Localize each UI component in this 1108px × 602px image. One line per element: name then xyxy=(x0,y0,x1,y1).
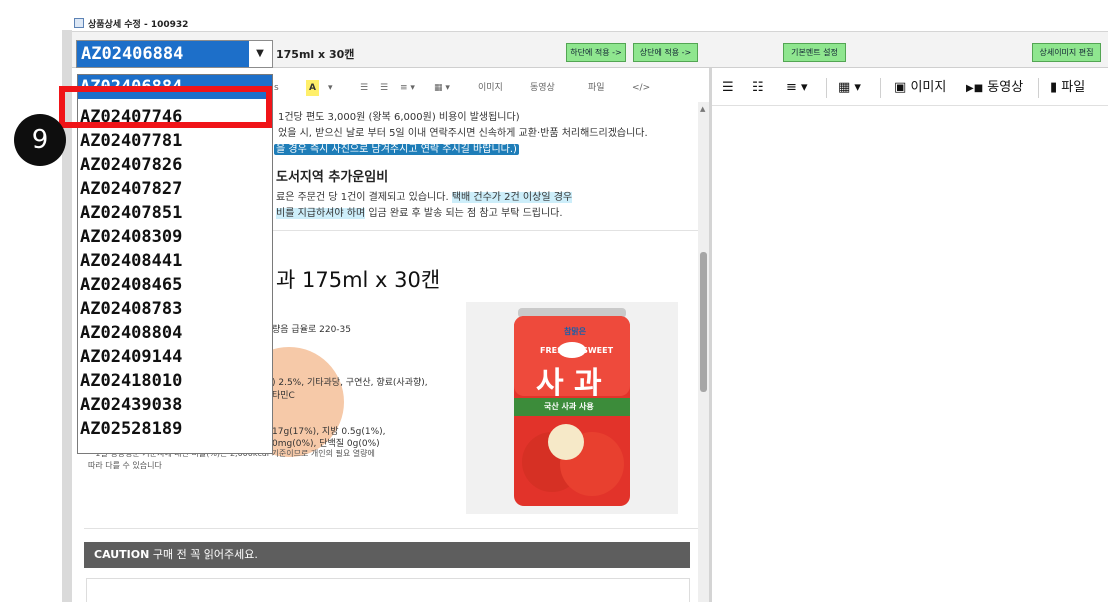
dropdown-option[interactable]: AZ02407851 xyxy=(78,201,272,225)
dropdown-option[interactable]: AZ02418010 xyxy=(78,369,272,393)
insert-file-label: 파일 xyxy=(1061,80,1086,95)
insert-image-label: 이미지 xyxy=(910,80,947,95)
right-editor-toolbar: ☰ ☷ ≡ ▾ ▦ ▾ ▣ 이미지 ▶■ 동영상 ▮ 파일 xyxy=(712,68,1108,106)
can-sub-label: 국산 사과 사용 xyxy=(544,402,594,411)
numbered-list-icon[interactable]: ☰ xyxy=(380,80,388,96)
dropdown-option[interactable]: AZ02407826 xyxy=(78,153,272,177)
island-shipping-text-1: 료은 주문건 당 1건이 결제되고 있습니다. 택배 건수가 2건 이상일 경우 xyxy=(276,188,573,203)
dropdown-option[interactable]: AZ02408783 xyxy=(78,297,272,321)
bullet-list-icon[interactable]: ☰ xyxy=(360,80,368,96)
damage-notice-highlight: 을 경우 즉시 사진으로 남겨주시고 연락 주시길 바랍니다.) xyxy=(274,144,519,155)
product-image: 참맑은 FRESH & SWEET 사 과 국산 사과 사용 xyxy=(466,302,678,514)
island-shipping-text-2: 비를 지급하셔야 하며 입금 완료 후 발송 되는 점 참고 부탁 드립니다. xyxy=(276,204,563,219)
can-brand: 참맑은 xyxy=(564,327,587,336)
table-dropdown[interactable]: ▦ ▾ xyxy=(434,80,450,96)
dropdown-option[interactable]: AZ02528189 xyxy=(78,417,272,441)
insert-image-button[interactable]: 이미지 xyxy=(478,80,503,96)
product-code-dropdown-list: AZ02406884 AZ02407746 AZ02407781 AZ02407… xyxy=(77,74,273,454)
highlight-annotation-box xyxy=(59,86,272,128)
editor-toolbar: s A ▾ ☰ ☰ ≡ ▾ ▦ ▾ 이미지 동영상 파일 </> xyxy=(272,76,702,100)
damage-notice-text: 을 경우 즉시 사진으로 남겨주시고 연락 주시길 바랍니다.) xyxy=(274,140,519,155)
island-shipping-heading: 도서지역 추가운임비 xyxy=(276,170,389,185)
video-icon: ▶■ xyxy=(966,83,984,94)
file-icon: ▮ xyxy=(1050,80,1058,95)
app-window: 상품상세 수정 - 100932 AZ02406884 ▼ 175ml x 30… xyxy=(0,0,1108,602)
dropdown-option[interactable]: AZ02408804 xyxy=(78,321,272,345)
scrollbar-thumb[interactable] xyxy=(700,252,707,392)
island-shipping-highlight-2: 비를 지급하셔야 하며 xyxy=(276,208,366,219)
table-dropdown-icon[interactable]: ▦ ▾ xyxy=(838,79,861,97)
product-name-label: 175ml x 30캔 xyxy=(276,48,355,61)
toolbar-divider xyxy=(880,78,881,98)
editor-scrollbar[interactable]: ▲ xyxy=(698,102,709,602)
insert-image-button[interactable]: ▣ 이미지 xyxy=(894,79,946,97)
product-code-combobox[interactable]: AZ02406884 ▼ xyxy=(76,40,273,68)
can-product-name: 사 과 xyxy=(536,366,602,401)
align-dropdown-icon[interactable]: ≡ ▾ xyxy=(786,79,808,97)
insert-file-button[interactable]: 파일 xyxy=(588,80,605,96)
product-title: 과 175ml x 30캔 xyxy=(276,268,441,292)
scroll-up-icon[interactable]: ▲ xyxy=(700,105,705,113)
spec-line-7: 따라 다를 수 있습니다 xyxy=(88,461,162,470)
font-color-button[interactable]: A xyxy=(306,80,319,96)
window-titlebar: 상품상세 수정 - 100932 xyxy=(70,14,1108,32)
spec-line-3: 타민C xyxy=(272,391,295,401)
caution-banner: CAUTION 구매 전 꼭 읽어주세요. xyxy=(84,542,690,568)
section-divider xyxy=(84,528,698,529)
align-dropdown[interactable]: ≡ ▾ xyxy=(400,80,415,96)
island-shipping-highlight-1: 택배 건수가 2건 이상일 경우 xyxy=(451,192,573,203)
caution-text: 구매 전 꼭 읽어주세요. xyxy=(149,548,258,561)
image-icon: ▣ xyxy=(894,80,907,95)
step-number-badge: 9 xyxy=(14,114,66,166)
spec-line-2: ) 2.5%, 기타과당, 구연산, 향료(사과향), xyxy=(272,378,428,388)
dropdown-option[interactable]: AZ02407827 xyxy=(78,177,272,201)
can-tagline: FRESH & SWEET xyxy=(540,346,614,355)
panel-splitter[interactable] xyxy=(709,68,712,602)
dropdown-option[interactable]: AZ02439038 xyxy=(78,393,272,417)
dropdown-option[interactable]: AZ02408441 xyxy=(78,249,272,273)
numbered-list-icon[interactable]: ☷ xyxy=(752,79,764,97)
apply-top-button[interactable]: 상단에 적용 -> xyxy=(633,43,698,62)
dropdown-option[interactable]: AZ02408309 xyxy=(78,225,272,249)
chevron-down-icon[interactable]: ▼ xyxy=(248,41,272,67)
apply-bottom-button[interactable]: 하단에 적용 -> xyxy=(566,43,626,62)
island-shipping-text-2b: 입금 완료 후 발송 되는 점 참고 부탁 드립니다. xyxy=(365,208,563,219)
insert-video-button[interactable]: 동영상 xyxy=(530,80,555,96)
island-shipping-text-1a: 료은 주문건 당 1건이 결제되고 있습니다. xyxy=(276,192,452,203)
caution-content-box xyxy=(86,578,690,602)
spec-line-1: 량음 급율로 220-35 xyxy=(272,325,351,335)
insert-video-button[interactable]: ▶■ 동영상 xyxy=(966,79,1023,97)
insert-video-label: 동영상 xyxy=(987,80,1024,95)
detail-image-edit-button[interactable]: 상세이미지 편집 xyxy=(1032,43,1101,62)
font-size-dropdown[interactable]: s xyxy=(274,80,279,96)
return-policy-text: 었을 시, 받으신 날로 부터 5일 이내 연락주시면 신속하게 교환·반품 처… xyxy=(278,128,648,139)
caution-label: CAUTION xyxy=(94,548,150,561)
insert-file-button[interactable]: ▮ 파일 xyxy=(1050,79,1085,97)
basic-content-button[interactable]: 기본멘트 설정 xyxy=(783,43,846,62)
toolbar-divider xyxy=(826,78,827,98)
font-color-dropdown[interactable]: ▾ xyxy=(328,80,333,96)
window-icon xyxy=(74,18,84,28)
combobox-selected-value: AZ02406884 xyxy=(77,41,249,67)
dropdown-option[interactable]: AZ02408465 xyxy=(78,273,272,297)
bullet-list-icon[interactable]: ☰ xyxy=(722,79,734,97)
source-code-button[interactable]: </> xyxy=(632,80,650,96)
window-title: 상품상세 수정 - 100932 xyxy=(88,20,189,30)
dropdown-option[interactable]: AZ02409144 xyxy=(78,345,272,369)
top-toolbar: AZ02406884 ▼ 175ml x 30캔 하단에 적용 -> 상단에 적… xyxy=(72,32,1108,68)
dropdown-option[interactable]: AZ02407781 xyxy=(78,129,272,153)
shipping-cost-text: 1건당 편도 3,000원 (왕복 6,000원) 비용이 발생됩니다) xyxy=(278,112,520,123)
toolbar-divider xyxy=(1038,78,1039,98)
